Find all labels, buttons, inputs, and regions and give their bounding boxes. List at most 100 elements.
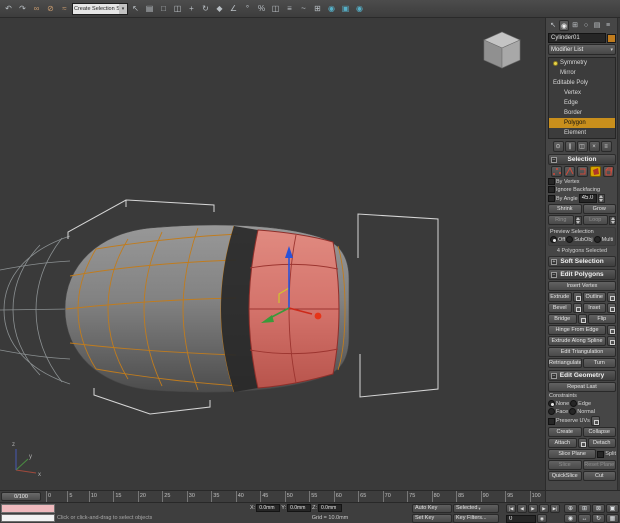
collapse-icon[interactable]: − bbox=[551, 272, 557, 278]
tab-motion[interactable]: ○ bbox=[581, 20, 591, 31]
key-filters-button[interactable]: Key Filters... bbox=[453, 514, 499, 523]
configure-modifier-sets-button[interactable]: ≡ bbox=[601, 141, 612, 152]
field-of-view-icon[interactable]: ◉ bbox=[564, 514, 577, 523]
redo-icon[interactable]: ↷ bbox=[16, 2, 29, 16]
stack-item-polygon[interactable]: Polygon bbox=[549, 118, 615, 128]
inset-settings-button[interactable] bbox=[607, 303, 616, 313]
set-key-button[interactable]: Set Key bbox=[412, 514, 452, 523]
tab-utilities[interactable]: ≡ bbox=[603, 20, 613, 31]
loop-spinner[interactable] bbox=[609, 216, 616, 225]
retriangulate-button[interactable]: Retriangulate bbox=[548, 358, 582, 368]
turn-button[interactable]: Turn bbox=[583, 358, 617, 368]
create-button[interactable]: Create bbox=[548, 427, 582, 437]
collapse-button[interactable]: Collapse bbox=[583, 427, 617, 437]
hinge-from-edge-settings-button[interactable] bbox=[607, 325, 616, 335]
current-frame-field[interactable]: 0 bbox=[506, 515, 536, 523]
listener-script-line[interactable] bbox=[1, 514, 55, 523]
align-icon[interactable]: ≡ bbox=[283, 2, 296, 16]
time-slider-track[interactable]: 0/100 0510152025303540455055606570758085… bbox=[0, 490, 545, 502]
select-and-link-icon[interactable]: ∞ bbox=[30, 2, 43, 16]
bind-to-space-warp-icon[interactable]: ≈ bbox=[58, 2, 71, 16]
by-vertex-checkbox[interactable] bbox=[548, 178, 555, 185]
constraint-none-radio[interactable] bbox=[548, 400, 555, 407]
window-crossing-icon[interactable]: ◫ bbox=[171, 2, 184, 16]
curve-editor-icon[interactable]: ~ bbox=[297, 2, 310, 16]
expand-icon[interactable]: + bbox=[551, 259, 557, 265]
inset-button[interactable]: Inset bbox=[583, 303, 607, 313]
percent-snap-icon[interactable]: % bbox=[255, 2, 268, 16]
outline-settings-button[interactable] bbox=[607, 292, 616, 302]
cut-button[interactable]: Cut bbox=[583, 471, 617, 481]
collapse-icon[interactable]: − bbox=[551, 157, 557, 163]
zoom-extents-icon[interactable]: ⊠ bbox=[592, 504, 605, 513]
shrink-button[interactable]: Shrink bbox=[548, 204, 582, 214]
zoom-icon[interactable]: ⊕ bbox=[564, 504, 577, 513]
ring-spinner[interactable] bbox=[575, 216, 582, 225]
rollout-selection-header[interactable]: − Selection bbox=[548, 154, 616, 165]
render-icon[interactable]: ◉ bbox=[353, 2, 366, 16]
detach-button[interactable]: Detach bbox=[588, 438, 617, 448]
zoom-extents-all-icon[interactable]: ▣ bbox=[606, 504, 619, 513]
insert-vertex-button[interactable]: Insert Vertex bbox=[548, 281, 616, 291]
zoom-all-icon[interactable]: ⊞ bbox=[578, 504, 591, 513]
render-setup-icon[interactable]: ▣ bbox=[339, 2, 352, 16]
snaps-toggle-icon[interactable]: ∠ bbox=[227, 2, 240, 16]
stack-item-mirror[interactable]: Mirror bbox=[549, 68, 615, 78]
select-by-name-icon[interactable]: ▤ bbox=[143, 2, 156, 16]
modifier-list-dropdown[interactable]: Modifier List ▾ bbox=[548, 44, 616, 55]
element-mode-icon[interactable] bbox=[603, 166, 614, 177]
pin-stack-button[interactable]: ⊙ bbox=[553, 141, 564, 152]
auto-key-button[interactable]: Auto Key bbox=[412, 504, 452, 513]
perspective-viewport[interactable]: x y z bbox=[0, 18, 545, 490]
orbit-icon[interactable]: ↻ bbox=[592, 514, 605, 523]
stack-item-vertex[interactable]: Vertex bbox=[549, 88, 615, 98]
schematic-view-icon[interactable]: ⊞ bbox=[311, 2, 324, 16]
preview-multi-radio[interactable] bbox=[594, 236, 601, 243]
select-and-move-icon[interactable]: + bbox=[185, 2, 198, 16]
bridge-settings-button[interactable] bbox=[578, 314, 587, 324]
attach-button[interactable]: Attach bbox=[548, 438, 577, 448]
time-slider-handle[interactable]: 0/100 bbox=[1, 492, 41, 501]
time-configuration-button[interactable]: ◉ bbox=[537, 514, 547, 523]
rectangular-selection-region-icon[interactable]: □ bbox=[157, 2, 170, 16]
loop-button[interactable]: Loop bbox=[583, 215, 609, 225]
named-selection-sets-combo[interactable]: Create Selection Se ▾ bbox=[72, 3, 128, 15]
maximize-viewport-icon[interactable]: ▦ bbox=[606, 514, 619, 523]
stack-item-symmetry[interactable]: Symmetry bbox=[549, 58, 615, 68]
stack-item-edge[interactable]: Edge bbox=[549, 98, 615, 108]
bevel-button[interactable]: Bevel bbox=[548, 303, 572, 313]
select-and-scale-icon[interactable]: ◆ bbox=[213, 2, 226, 16]
modifier-enabled-bulb-icon[interactable] bbox=[553, 61, 558, 66]
extrude-button[interactable]: Extrude bbox=[548, 292, 572, 302]
maxscript-mini-listener[interactable] bbox=[1, 504, 55, 522]
tab-display[interactable]: ▤ bbox=[592, 20, 602, 31]
border-mode-icon[interactable] bbox=[577, 166, 588, 177]
stack-item-editable-poly[interactable]: Editable Poly bbox=[549, 78, 615, 88]
extrude-along-spline-button[interactable]: Extrude Along Spline bbox=[548, 336, 606, 346]
coord-z-field[interactable]: 0.0mm bbox=[318, 504, 342, 512]
select-object-icon[interactable]: ↖ bbox=[129, 2, 142, 16]
collapse-icon[interactable]: − bbox=[551, 373, 557, 379]
stack-item-border[interactable]: Border bbox=[549, 108, 615, 118]
remove-modifier-button[interactable]: × bbox=[589, 141, 600, 152]
preserve-uvs-checkbox[interactable] bbox=[548, 418, 555, 425]
combo-dropdown-arrow-icon[interactable]: ▾ bbox=[119, 4, 127, 14]
coord-x-field[interactable]: 0.0mm bbox=[256, 504, 280, 512]
slice-plane-button[interactable]: Slice Plane bbox=[548, 449, 596, 459]
undo-icon[interactable]: ↶ bbox=[2, 2, 15, 16]
go-to-end-button[interactable]: ▶| bbox=[550, 504, 560, 513]
stack-item-element[interactable]: Element bbox=[549, 128, 615, 138]
listener-macro-line[interactable] bbox=[1, 504, 55, 513]
angle-snap-icon[interactable]: ° bbox=[241, 2, 254, 16]
outline-button[interactable]: Outline bbox=[583, 292, 607, 302]
pan-icon[interactable]: ↔ bbox=[578, 514, 591, 523]
split-checkbox[interactable] bbox=[597, 451, 604, 458]
tab-modify[interactable]: ◉ bbox=[559, 20, 569, 31]
by-angle-value-field[interactable]: 45.0 bbox=[579, 194, 597, 203]
reset-plane-button[interactable]: Reset Plane bbox=[583, 460, 617, 470]
flip-button[interactable]: Flip bbox=[588, 314, 617, 324]
object-name-field[interactable]: Cylinder01 bbox=[548, 33, 606, 43]
show-end-result-button[interactable]: ∥ bbox=[565, 141, 576, 152]
by-angle-spinner[interactable] bbox=[598, 194, 605, 203]
constraint-normal-radio[interactable] bbox=[569, 408, 576, 415]
